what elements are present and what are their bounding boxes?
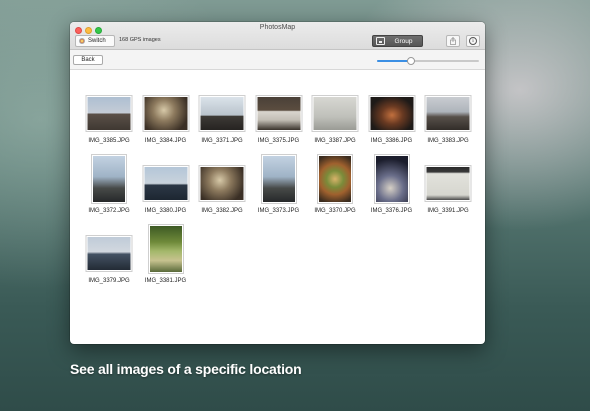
toolbar: Back (70, 50, 485, 70)
photo-item[interactable]: IMG_3372.JPG (82, 151, 136, 217)
photo-item[interactable]: IMG_3391.JPG (421, 151, 475, 217)
photo-item[interactable]: IMG_3385.JPG (82, 81, 136, 147)
photo-item[interactable]: IMG_3383.JPG (421, 81, 475, 147)
photo-item[interactable]: IMG_3375.JPG (252, 81, 306, 147)
photo-thumbnail[interactable] (148, 225, 183, 273)
photo-item[interactable]: IMG_3382.JPG (195, 151, 249, 217)
zoom-slider-fill (377, 60, 411, 62)
photo-filename: IMG_3383.JPG (427, 138, 469, 144)
group-icon (376, 37, 385, 45)
photo-item[interactable]: IMG_3373.JPG (252, 151, 306, 217)
switch-label: Switch (88, 38, 106, 44)
photo-thumbnail[interactable] (86, 236, 132, 271)
window-title: PhotosMap (259, 24, 296, 31)
tagline: See all images of a specific location (70, 361, 302, 377)
photo-item[interactable]: IMG_3381.JPG (139, 221, 193, 287)
photo-thumbnail[interactable] (374, 155, 409, 203)
photo-thumbnail[interactable] (425, 96, 471, 131)
photo-thumbnail[interactable] (199, 96, 245, 131)
group-label: Group (394, 37, 413, 45)
photo-thumbnail[interactable] (256, 96, 301, 131)
photo-item[interactable]: IMG_3376.JPG (365, 151, 419, 217)
photo-thumbnail[interactable] (369, 96, 414, 131)
photo-thumbnail[interactable] (312, 96, 358, 131)
photo-grid: IMG_3385.JPG IMG_3384.JPG IMG_3371.JPG IMG_… (70, 71, 485, 344)
photo-thumbnail[interactable] (199, 166, 245, 201)
photo-item[interactable]: IMG_3370.JPG (308, 151, 362, 217)
photo-item[interactable]: IMG_3380.JPG (139, 151, 193, 217)
photo-thumbnail[interactable] (425, 166, 471, 201)
share-button[interactable] (446, 35, 460, 47)
photo-thumbnail[interactable] (261, 155, 296, 203)
photo-thumbnail[interactable] (143, 96, 188, 131)
zoom-slider-knob[interactable] (406, 57, 415, 65)
title-bar: PhotosMap Switch 168 GPS images Group i (70, 22, 485, 50)
photo-item[interactable]: IMG_3384.JPG (139, 81, 193, 147)
photosmap-window: PhotosMap Switch 168 GPS images Group i … (70, 22, 485, 344)
photo-item[interactable]: IMG_3387.JPG (308, 81, 362, 147)
photo-thumbnail[interactable] (143, 166, 188, 201)
photo-item[interactable]: IMG_3386.JPG (365, 81, 419, 147)
photo-filename: IMG_3381.JPG (144, 278, 187, 284)
share-icon (450, 37, 456, 45)
zoom-slider[interactable] (377, 57, 479, 65)
image-count-label: 168 GPS images (119, 37, 161, 43)
info-button[interactable]: i (466, 35, 480, 47)
photo-thumbnail[interactable] (86, 96, 132, 131)
photo-thumbnail[interactable] (318, 155, 352, 203)
back-button[interactable]: Back (73, 55, 103, 65)
group-button[interactable]: Group (372, 35, 423, 47)
photo-thumbnail[interactable] (92, 155, 126, 203)
switch-button[interactable]: Switch (75, 35, 115, 47)
photo-filename: IMG_3391.JPG (427, 208, 469, 214)
photo-item[interactable]: IMG_3371.JPG (195, 81, 249, 147)
photo-item[interactable]: IMG_3379.JPG (82, 221, 136, 287)
info-icon: i (469, 37, 477, 45)
photos-icon (79, 38, 85, 44)
